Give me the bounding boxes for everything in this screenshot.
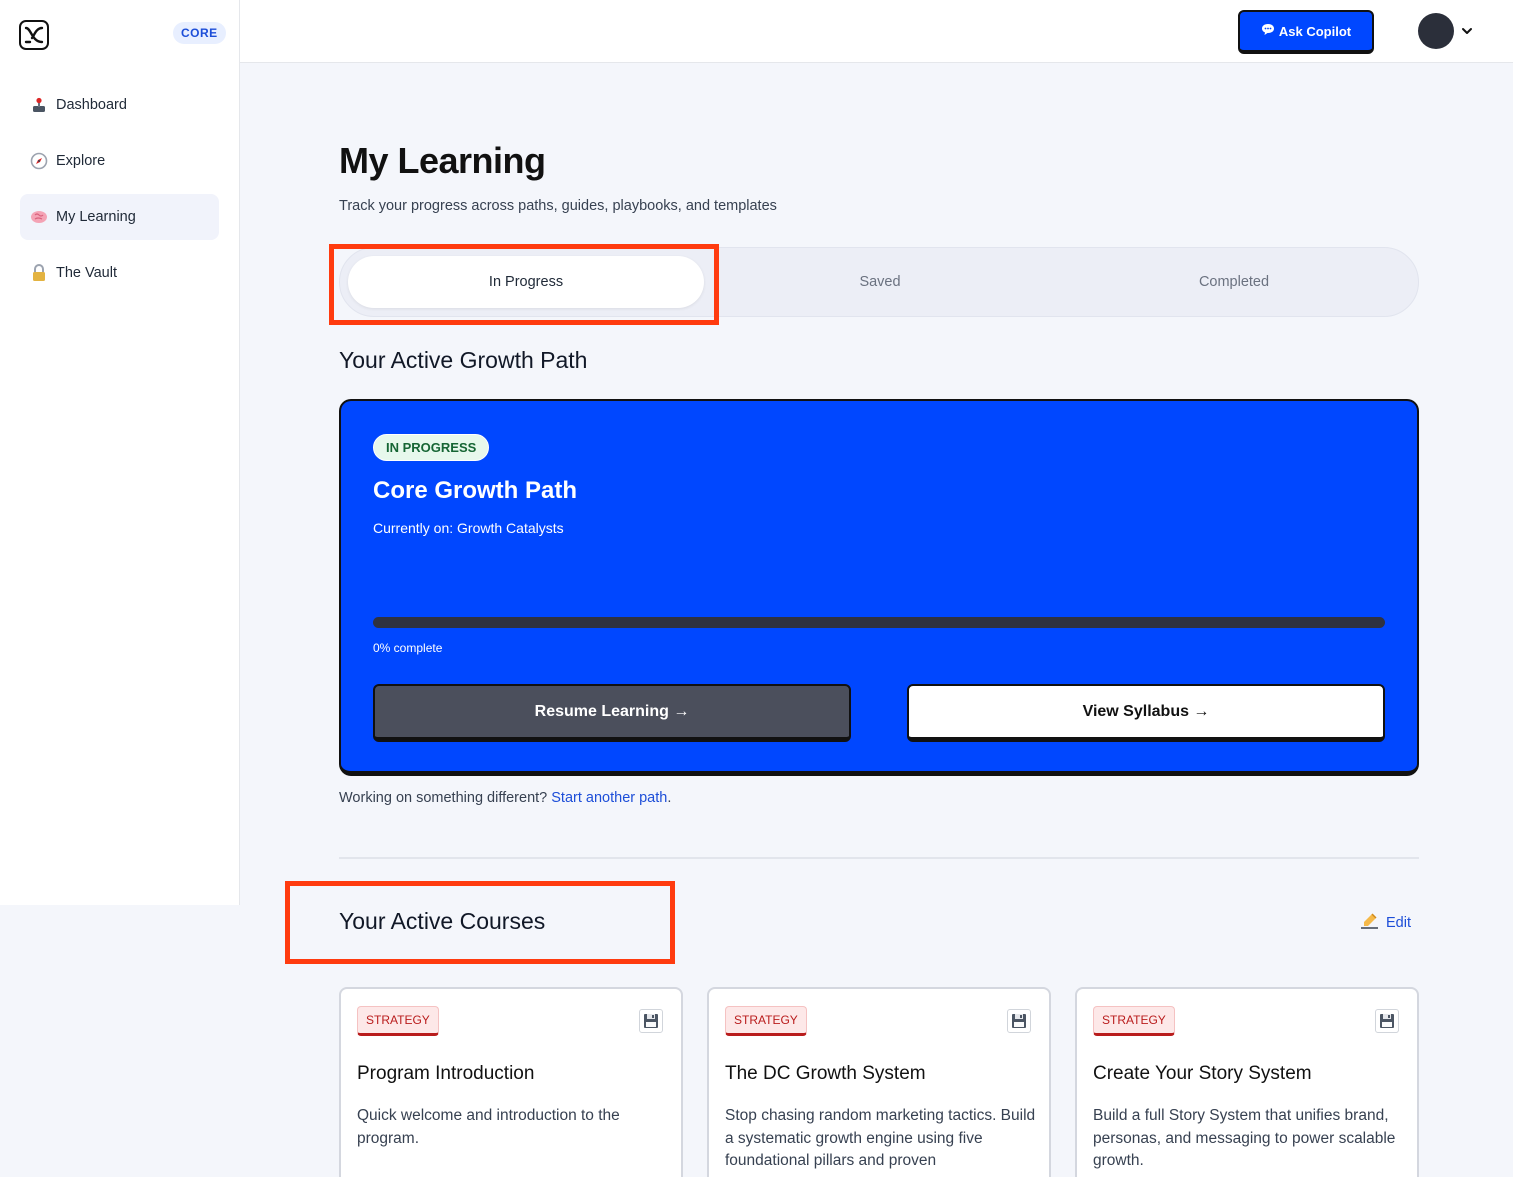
floppy-disk-icon[interactable] [1375,1009,1399,1033]
writing-hand-icon [1360,912,1380,934]
sidebar-item-label: My Learning [56,209,136,225]
page-title: My Learning [339,140,546,181]
speech-bubble-icon [1261,23,1275,39]
growth-path-card: IN PROGRESS Core Growth Path Currently o… [339,399,1419,776]
sidebar-item-label: Explore [56,153,106,169]
page-subtitle: Track your progress across paths, guides… [339,198,777,214]
course-title: Program Introduction [357,1063,535,1084]
alternate-path-text: Working on something different? [339,790,548,806]
sidebar-nav: Dashboard Explore My Learning The Vault [20,82,219,306]
course-description: Quick welcome and introduction to the pr… [357,1107,620,1147]
plan-badge: CORE [173,22,226,44]
highlight-box-tabs [329,244,719,325]
course-description: Stop chasing random marketing tactics. B… [725,1107,1036,1169]
course-card[interactable]: STRATEGY The DC Growth System Stop chasi… [707,987,1051,1177]
view-syllabus-button[interactable]: View Syllabus → [907,684,1385,742]
section-divider [339,857,1419,859]
chevron-down-icon[interactable] [1460,24,1474,38]
sidebar-item-the-vault[interactable]: The Vault [20,250,219,296]
sidebar-item-dashboard[interactable]: Dashboard [20,82,219,128]
status-badge: IN PROGRESS [373,434,490,461]
logo-icon [24,26,44,44]
progress-bar [373,617,1385,628]
sidebar: CORE Dashboard Explore My Learning The V… [0,0,240,905]
sidebar-lower-area [0,905,240,1177]
path-title: Core Growth Path [373,477,578,504]
course-title: Create Your Story System [1093,1063,1312,1084]
path-current-module: Currently on: Growth Catalysts [373,520,564,536]
progress-label: 0% complete [373,641,443,655]
lock-icon [30,264,48,282]
course-category-tag: STRATEGY [725,1006,807,1036]
highlight-box-courses [285,881,675,964]
alternate-path-prompt: Working on something different? Start an… [339,790,671,806]
tab-saved[interactable]: Saved [702,256,1058,308]
top-bar: Ask Copilot [240,0,1513,63]
brain-icon [30,208,48,226]
growth-path-section-title: Your Active Growth Path [339,347,588,373]
sidebar-item-explore[interactable]: Explore [20,138,219,184]
ask-copilot-label: Ask Copilot [1278,23,1352,39]
compass-icon [30,152,48,170]
sidebar-item-my-learning[interactable]: My Learning [20,194,219,240]
ask-copilot-button[interactable]: Ask Copilot [1238,10,1374,54]
joystick-icon [30,96,48,114]
course-title: The DC Growth System [725,1063,926,1084]
floppy-disk-icon[interactable] [1007,1009,1031,1033]
sidebar-item-label: The Vault [56,265,117,281]
course-card[interactable]: STRATEGY Program Introduction Quick welc… [339,987,683,1177]
resume-learning-button[interactable]: Resume Learning → [373,684,851,742]
avatar[interactable] [1418,13,1454,49]
tab-completed[interactable]: Completed [1056,256,1412,308]
alternate-path-suffix: . [667,790,672,806]
floppy-disk-icon[interactable] [639,1009,663,1033]
course-description: Build a full Story System that unifies b… [1093,1107,1396,1169]
course-category-tag: STRATEGY [1093,1006,1175,1036]
start-another-path-link[interactable]: Start another path [551,790,667,806]
course-category-tag: STRATEGY [357,1006,439,1036]
edit-label: Edit [1386,915,1411,931]
course-card[interactable]: STRATEGY Create Your Story System Build … [1075,987,1419,1177]
edit-courses-link[interactable]: Edit [1360,912,1411,934]
app-logo[interactable] [19,20,49,50]
sidebar-item-label: Dashboard [56,97,127,113]
